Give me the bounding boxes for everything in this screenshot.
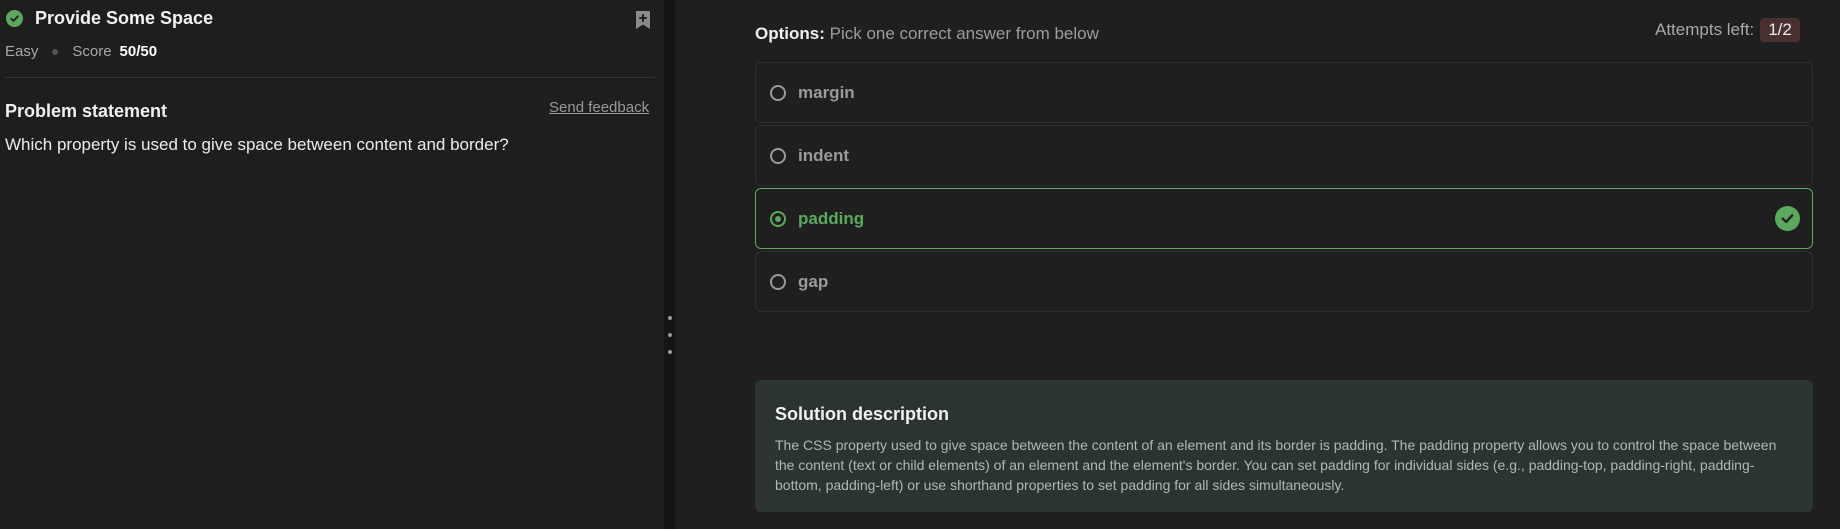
options-header: Options: Pick one correct answer from be… <box>755 24 1099 44</box>
option-gap[interactable]: gap <box>755 251 1813 312</box>
send-feedback-link[interactable]: Send feedback <box>549 99 649 116</box>
problem-meta: Easy Score 50/50 <box>5 43 157 60</box>
solution-panel: Solution description The CSS property us… <box>755 380 1813 512</box>
attempts-label: Attempts left: <box>1655 20 1755 39</box>
drag-dot <box>668 316 672 320</box>
drag-dot <box>668 333 672 337</box>
options-label: Options: <box>755 24 825 43</box>
option-label: gap <box>798 271 829 291</box>
radio-button-selected[interactable] <box>770 210 786 227</box>
problem-panel: Provide Some Space Easy Score 50/50 Prob… <box>0 0 664 529</box>
solved-check-icon <box>6 10 23 27</box>
drag-handle-icon[interactable] <box>668 316 672 367</box>
answer-panel: Options: Pick one correct answer from be… <box>675 0 1840 529</box>
attempts-badge: 1/2 <box>1760 18 1800 42</box>
option-margin[interactable]: margin <box>755 62 1813 123</box>
question-text: Which property is used to give space bet… <box>5 135 509 154</box>
solution-title: Solution description <box>775 404 949 424</box>
drag-dot <box>668 350 672 354</box>
problem-title: Provide Some Space <box>35 8 214 28</box>
pane-splitter[interactable] <box>664 0 675 529</box>
option-indent[interactable]: indent <box>755 125 1813 186</box>
problem-statement-heading: Problem statement <box>5 101 168 121</box>
option-label: indent <box>798 145 849 165</box>
score-label: Score <box>72 43 112 60</box>
options-instruction: Pick one correct answer from below <box>829 24 1099 43</box>
problem-title-row: Provide Some Space <box>6 8 213 29</box>
bookmark-add-icon[interactable] <box>633 9 653 31</box>
meta-separator-dot <box>52 48 59 55</box>
app-root: Provide Some Space Easy Score 50/50 Prob… <box>0 0 1840 529</box>
correct-check-icon <box>1775 206 1800 231</box>
radio-button[interactable] <box>770 147 786 164</box>
attempts-indicator: Attempts left: 1/2 <box>1655 18 1800 42</box>
option-label: padding <box>798 208 865 228</box>
solution-text: The CSS property used to give space betw… <box>775 437 1777 493</box>
radio-button[interactable] <box>770 273 786 290</box>
score-value: 50/50 <box>119 43 158 60</box>
difficulty-label: Easy <box>5 43 39 60</box>
divider <box>5 77 655 78</box>
option-padding[interactable]: padding <box>755 188 1813 249</box>
option-label: margin <box>798 82 855 102</box>
radio-button[interactable] <box>770 84 786 101</box>
